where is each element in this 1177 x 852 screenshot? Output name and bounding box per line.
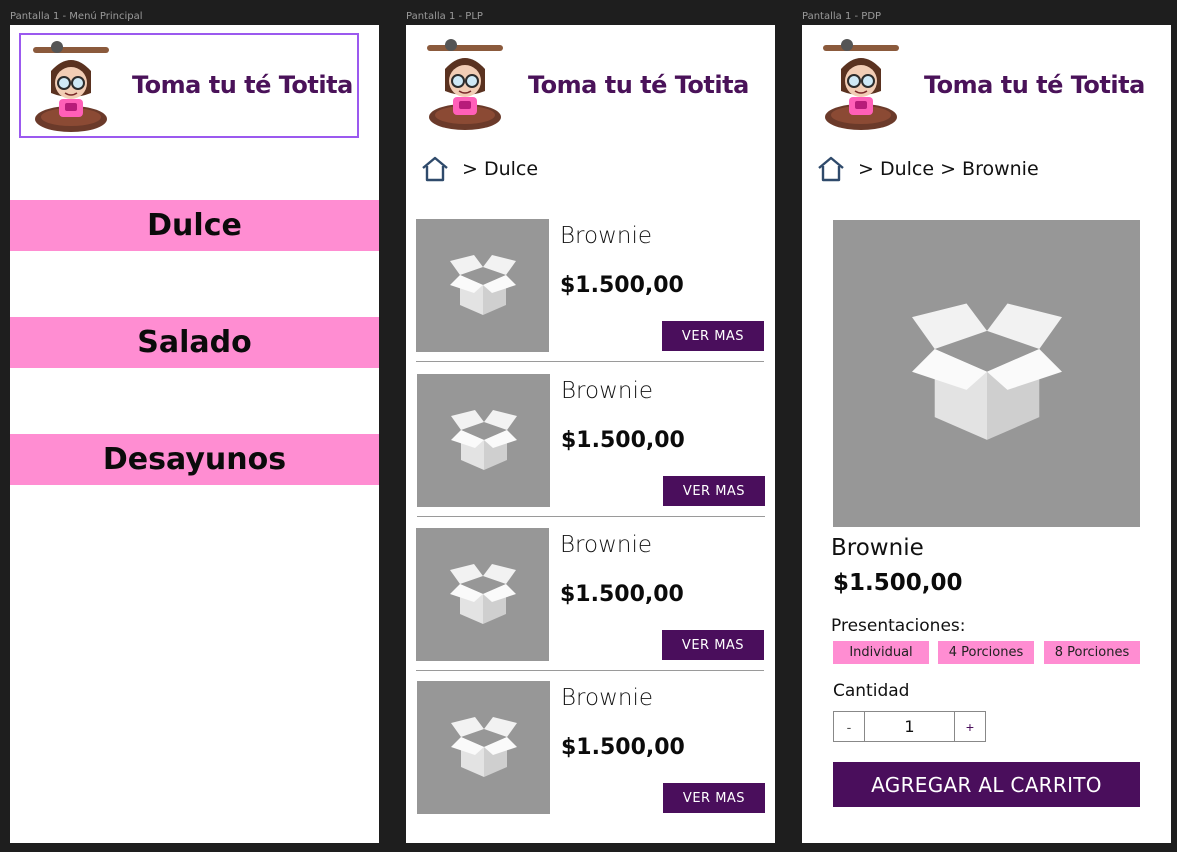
menu-screen: Toma tu té Totita Dulce Salado Desayunos xyxy=(10,25,379,843)
product-name[interactable]: Brownie xyxy=(561,378,653,404)
plp-screen: Toma tu té Totita > Dulce Brownie $1.500… xyxy=(406,25,775,843)
product-card[interactable]: Brownie $1.500,00 VER MAS xyxy=(417,681,765,815)
presentations-label: Presentaciones: xyxy=(831,616,966,636)
brand-title: Toma tu té Totita xyxy=(528,71,749,99)
product-image[interactable] xyxy=(417,681,550,814)
box-icon xyxy=(911,303,1062,440)
box-icon xyxy=(449,254,516,315)
header: Toma tu té Totita xyxy=(415,33,755,138)
breadcrumb-path[interactable]: > Dulce xyxy=(462,158,538,180)
add-to-cart-button[interactable]: AGREGAR AL CARRITO xyxy=(833,762,1140,807)
home-icon[interactable] xyxy=(420,155,450,183)
ver-mas-button[interactable]: VER MAS xyxy=(662,630,764,660)
divider xyxy=(417,516,765,517)
divider xyxy=(416,361,764,362)
product-image[interactable] xyxy=(416,528,549,661)
category-salado[interactable]: Salado xyxy=(10,317,379,368)
home-icon[interactable] xyxy=(816,155,846,183)
product-price: $1.500,00 xyxy=(560,582,684,607)
box-icon xyxy=(449,563,516,624)
mascot-logo xyxy=(427,39,503,130)
mascot-logo xyxy=(33,41,109,132)
product-name[interactable]: Brownie xyxy=(560,223,652,249)
product-price: $1.500,00 xyxy=(833,570,963,596)
category-dulce[interactable]: Dulce xyxy=(10,200,379,251)
breadcrumb: > Dulce > Brownie xyxy=(816,155,1039,183)
product-name[interactable]: Brownie xyxy=(561,685,653,711)
frame-label-menu: Pantalla 1 - Menú Principal xyxy=(10,11,143,22)
increment-button[interactable]: + xyxy=(955,712,985,741)
product-card[interactable]: Brownie $1.500,00 VER MAS xyxy=(416,219,764,353)
presentation-chip-individual[interactable]: Individual xyxy=(833,641,929,664)
product-price: $1.500,00 xyxy=(561,428,685,453)
product-price: $1.500,00 xyxy=(561,735,685,760)
breadcrumb: > Dulce xyxy=(420,155,538,183)
brand-title: Toma tu té Totita xyxy=(132,71,353,99)
presentation-chip-4-porciones[interactable]: 4 Porciones xyxy=(938,641,1034,664)
header: Toma tu té Totita xyxy=(811,33,1151,138)
category-desayunos[interactable]: Desayunos xyxy=(10,434,379,485)
product-price: $1.500,00 xyxy=(560,273,684,298)
ver-mas-button[interactable]: VER MAS xyxy=(663,476,765,506)
decrement-button[interactable]: - xyxy=(834,712,864,741)
quantity-stepper[interactable]: - 1 + xyxy=(833,711,986,742)
ver-mas-button[interactable]: VER MAS xyxy=(662,321,764,351)
pdp-screen: Toma tu té Totita > Dulce > Brownie Brow… xyxy=(802,25,1171,843)
product-name[interactable]: Brownie xyxy=(560,532,652,558)
product-image[interactable] xyxy=(416,219,549,352)
quantity-value[interactable]: 1 xyxy=(864,712,955,741)
product-card[interactable]: Brownie $1.500,00 VER MAS xyxy=(417,374,765,508)
presentation-chip-8-porciones[interactable]: 8 Porciones xyxy=(1044,641,1140,664)
product-image[interactable] xyxy=(417,374,550,507)
box-icon xyxy=(450,716,517,777)
header[interactable]: Toma tu té Totita xyxy=(19,33,359,138)
frame-label-pdp: Pantalla 1 - PDP xyxy=(802,11,882,22)
product-image xyxy=(833,220,1140,527)
product-name: Brownie xyxy=(831,535,924,561)
box-icon xyxy=(450,409,517,470)
quantity-label: Cantidad xyxy=(833,681,910,701)
product-card[interactable]: Brownie $1.500,00 VER MAS xyxy=(416,528,764,662)
mascot-logo xyxy=(823,39,899,130)
brand-title: Toma tu té Totita xyxy=(924,71,1145,99)
breadcrumb-path[interactable]: > Dulce > Brownie xyxy=(858,158,1039,180)
frame-label-plp: Pantalla 1 - PLP xyxy=(406,11,483,22)
divider xyxy=(416,670,764,671)
ver-mas-button[interactable]: VER MAS xyxy=(663,783,765,813)
